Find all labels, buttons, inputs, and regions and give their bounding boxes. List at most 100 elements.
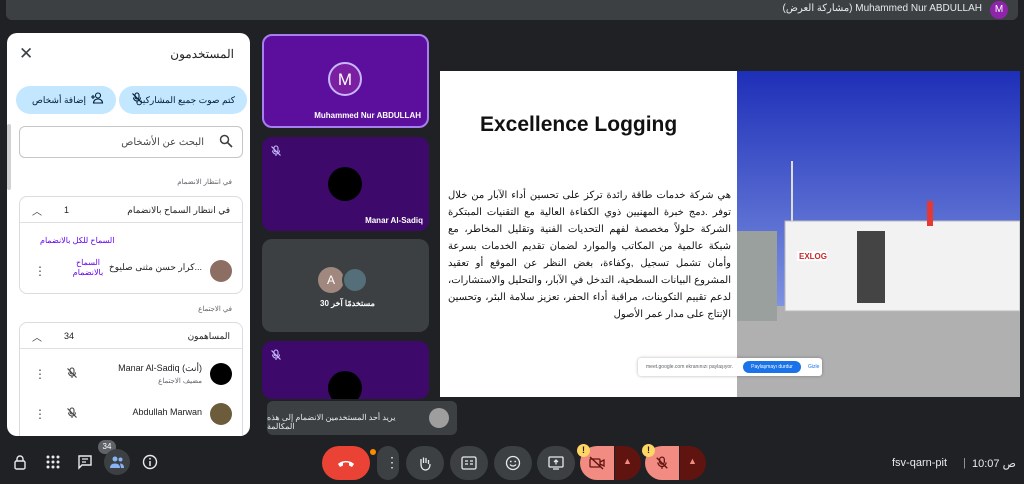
waiting-card-title: في انتظار السماح بالانضمام	[127, 205, 230, 215]
camera-warning-icon: !	[577, 444, 590, 457]
participant-role: مضيف الاجتماع	[158, 378, 202, 385]
shared-screen: Excellence Logging هي شركة خدمات طاقة را…	[440, 71, 1020, 397]
waiting-person-row: كرار حسن مثنى صليوخ... السماح بالانضمام …	[20, 254, 242, 288]
search-placeholder: البحث عن الأشخاص	[121, 137, 204, 148]
camera-off-icon	[589, 456, 605, 470]
notification-dot	[370, 449, 376, 455]
hang-up-icon	[338, 461, 354, 467]
mute-all-button[interactable]: كتم صوت جميع المشاركين	[119, 86, 247, 114]
emoji-icon	[505, 455, 521, 471]
end-call-button[interactable]	[322, 446, 370, 480]
activities-icon[interactable]	[45, 454, 61, 470]
people-button[interactable]	[104, 449, 130, 475]
others-tile[interactable]: A 30 مستخدمًا آخر	[262, 239, 429, 332]
participant-tile[interactable]: Manar Al-Sadiq	[262, 137, 429, 231]
admit-button[interactable]: السماح بالانضمام	[70, 258, 106, 278]
raise-hand-icon	[420, 457, 431, 471]
hide-banner-link[interactable]: Gizle	[808, 364, 819, 370]
presenter-label: (مشاركة العرض) Muhammed Nur ABDULLAH	[782, 3, 982, 14]
chevron-up-icon[interactable]: ︿	[32, 203, 42, 218]
waiting-count: 1	[64, 205, 70, 215]
avatar	[210, 260, 232, 282]
participant-tile[interactable]: M Muhammed Nur ABDULLAH	[262, 34, 429, 128]
avatar: M	[328, 62, 362, 96]
present-screen-button[interactable]	[537, 446, 575, 480]
more-options-icon[interactable]: ⋮	[34, 264, 46, 278]
avatar	[429, 408, 449, 428]
mic-off-icon	[656, 456, 668, 469]
separator: |	[963, 457, 966, 469]
avatar	[210, 403, 232, 425]
mic-off-icon	[67, 367, 77, 378]
clock: 10:07 ص	[972, 458, 1016, 470]
participant-row: Manar Al-Sadiq (أنت) مضيف الاجتماع ⋮	[20, 357, 242, 391]
chevron-up-icon: ▲	[688, 456, 697, 466]
exlog-logo: EXLOG	[799, 252, 827, 261]
presenter-avatar: M	[990, 1, 1008, 19]
avatar	[342, 267, 368, 293]
mic-warning-icon: !	[642, 444, 655, 457]
people-panel: ✕ المستخدمون كتم صوت جميع المشاركين إضاف…	[7, 33, 250, 436]
contributors-title: المساهمون	[187, 331, 230, 341]
raise-hand-button[interactable]	[406, 446, 444, 480]
reactions-button[interactable]	[494, 446, 532, 480]
captions-icon	[461, 456, 477, 470]
add-people-label: إضافة أشخاص	[32, 95, 86, 105]
search-icon	[219, 134, 233, 148]
meeting-section-label: في الاجتماع	[198, 306, 232, 313]
microphone-options-button[interactable]: ▲	[680, 446, 706, 480]
others-label: 30 مستخدمًا آخر	[320, 299, 375, 308]
participant-name: Manar Al-Sadiq (أنت)	[118, 363, 202, 373]
tile-name: Muhammed Nur ABDULLAH	[314, 111, 421, 120]
waiting-card: في انتظار السماح بالانضمام 1 ︿ السماح لل…	[19, 196, 243, 294]
captions-button[interactable]	[450, 446, 488, 480]
avatar	[328, 371, 362, 399]
more-options-button[interactable]: ⋮	[377, 446, 399, 480]
camera-options-button[interactable]: ▲	[615, 446, 641, 480]
contributors-card: المساهمون 34 ︿ Manar Al-Sadiq (أنت) مضيف…	[19, 322, 243, 436]
participant-tile[interactable]	[262, 341, 429, 399]
mic-off-icon	[271, 349, 281, 360]
share-banner: meet.google.com ekranınızı paylaşıyor. P…	[638, 358, 822, 376]
meeting-code[interactable]: fsv-qarn-pit	[892, 457, 947, 469]
mic-off-icon	[271, 145, 281, 156]
chevron-up-icon: ▲	[623, 456, 632, 466]
waiting-card-header[interactable]: في انتظار السماح بالانضمام 1 ︿	[20, 197, 242, 223]
join-request-toast[interactable]: يريد أحد المستخدمين الانضمام إلى هذه الم…	[267, 401, 457, 435]
panel-scrollbar[interactable]	[7, 124, 11, 190]
search-input[interactable]: البحث عن الأشخاص	[19, 126, 243, 158]
toast-text: يريد أحد المستخدمين الانضمام إلى هذه الم…	[267, 413, 396, 431]
close-icon[interactable]: ✕	[19, 45, 33, 62]
contributors-count: 34	[64, 331, 75, 341]
tile-name: Manar Al-Sadiq	[365, 216, 423, 225]
panel-title: المستخدمون	[170, 47, 234, 61]
contributors-card-header[interactable]: المساهمون 34 ︿	[20, 323, 242, 349]
admit-all-link[interactable]: السماح للكل بالانضمام	[40, 236, 114, 245]
more-vert-icon: ⋮	[385, 454, 399, 470]
mute-all-label: كتم صوت جميع المشاركين	[136, 95, 235, 105]
container-photo: EXLOG	[737, 71, 1020, 397]
add-person-icon	[90, 92, 104, 107]
more-options-icon[interactable]: ⋮	[34, 367, 46, 381]
more-options-icon[interactable]: ⋮	[34, 407, 46, 421]
share-banner-text: meet.google.com ekranınızı paylaşıyor.	[646, 364, 733, 370]
slide-title: Excellence Logging	[480, 113, 678, 136]
avatar	[210, 363, 232, 385]
add-people-button[interactable]: إضافة أشخاص	[16, 86, 116, 114]
participant-row: Abdullah Marwan ⋮	[20, 397, 242, 431]
waiting-section-label: في انتظار الانضمام	[177, 179, 232, 186]
present-icon	[548, 456, 564, 470]
avatar: A	[318, 267, 344, 293]
waiting-person-name: كرار حسن مثنى صليوخ...	[108, 262, 202, 272]
avatar	[328, 167, 362, 201]
chevron-up-icon[interactable]: ︿	[32, 329, 42, 344]
chat-icon[interactable]	[77, 454, 93, 470]
info-icon[interactable]	[142, 454, 158, 470]
stop-sharing-button[interactable]: Paylaşmayı durdur	[743, 361, 801, 373]
people-icon	[110, 456, 124, 468]
participant-name: Abdullah Marwan	[132, 407, 202, 417]
host-controls-icon[interactable]	[12, 454, 28, 470]
mic-off-icon	[67, 407, 77, 418]
slide-body: هي شركة خدمات طاقة رائدة تركز على تحسين …	[448, 190, 731, 320]
presenter-bar: (مشاركة العرض) Muhammed Nur ABDULLAH M	[6, 0, 1018, 20]
